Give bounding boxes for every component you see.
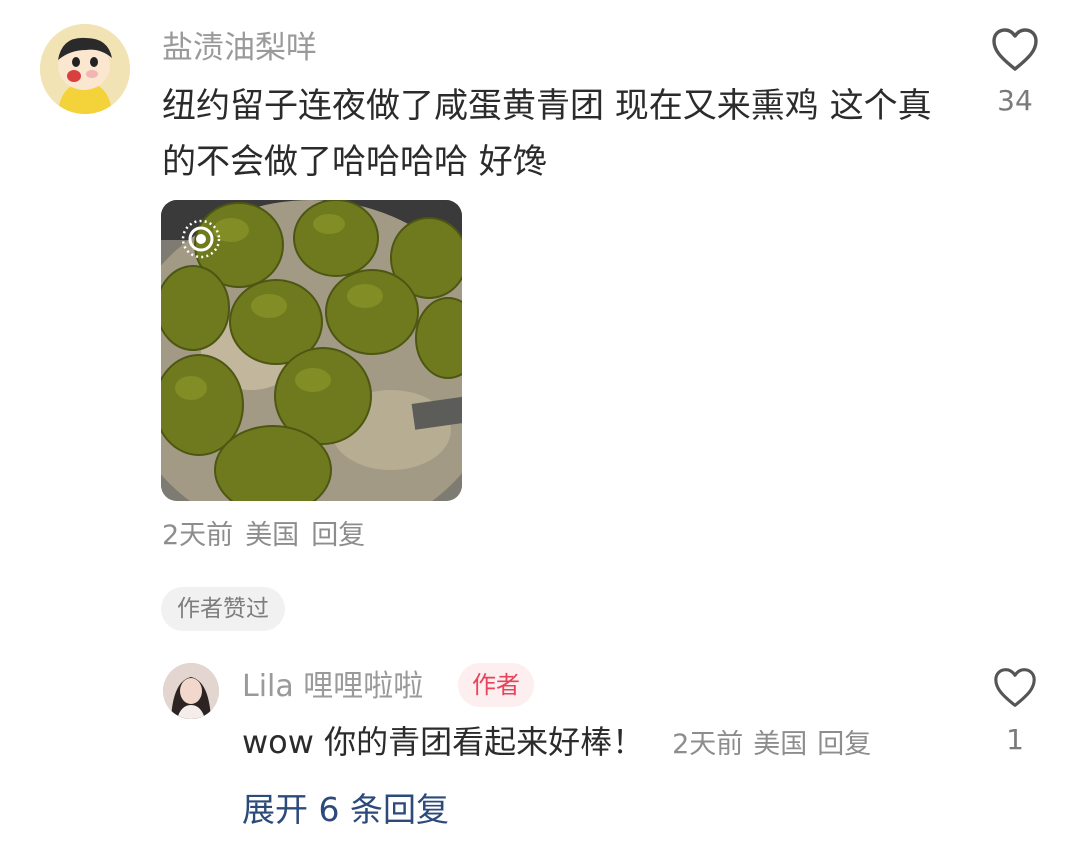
reply-avatar[interactable] — [163, 663, 219, 719]
like-count: 34 — [997, 84, 1033, 117]
comment-meta: 2天前 美国 回复 — [162, 518, 377, 554]
author-badge: 作者 — [458, 663, 534, 707]
reply-location: 美国 — [753, 729, 808, 760]
expand-replies-link[interactable]: 展开 6 条回复 — [242, 786, 449, 834]
reply-reply-button[interactable]: 回复 — [817, 729, 871, 760]
heart-icon — [994, 668, 1036, 707]
reply-time: 2天前 — [672, 729, 744, 760]
like-button[interactable] — [990, 27, 1040, 73]
reply-like-count: 1 — [1006, 723, 1024, 756]
comment-username[interactable]: 盐渍油梨咩 — [162, 28, 317, 68]
heart-icon — [992, 28, 1038, 71]
reply-like-button[interactable] — [992, 667, 1038, 709]
reply-username[interactable]: Lila 哩哩啦啦 — [242, 667, 423, 707]
cartoon-avatar-icon — [40, 24, 130, 114]
avatar[interactable] — [40, 24, 130, 114]
reply-meta: 2天前 美国 回复 — [672, 729, 881, 760]
reply-text: wow 你的青团看起来好棒！ — [242, 723, 645, 761]
comment-text: 纽约留子连夜做了咸蛋黄青团 现在又来熏鸡 这个真的不会做了哈哈哈哈 好馋 — [162, 86, 932, 182]
reply-line: wow 你的青团看起来好棒！ 2天前 美国 回复 — [242, 720, 881, 767]
user-photo-avatar — [163, 663, 219, 719]
comment-location: 美国 — [245, 520, 300, 551]
reply-button[interactable]: 回复 — [311, 520, 365, 551]
live-photo-icon — [180, 218, 222, 260]
comment-time: 2天前 — [162, 520, 234, 551]
author-liked-badge: 作者赞过 — [161, 587, 285, 631]
